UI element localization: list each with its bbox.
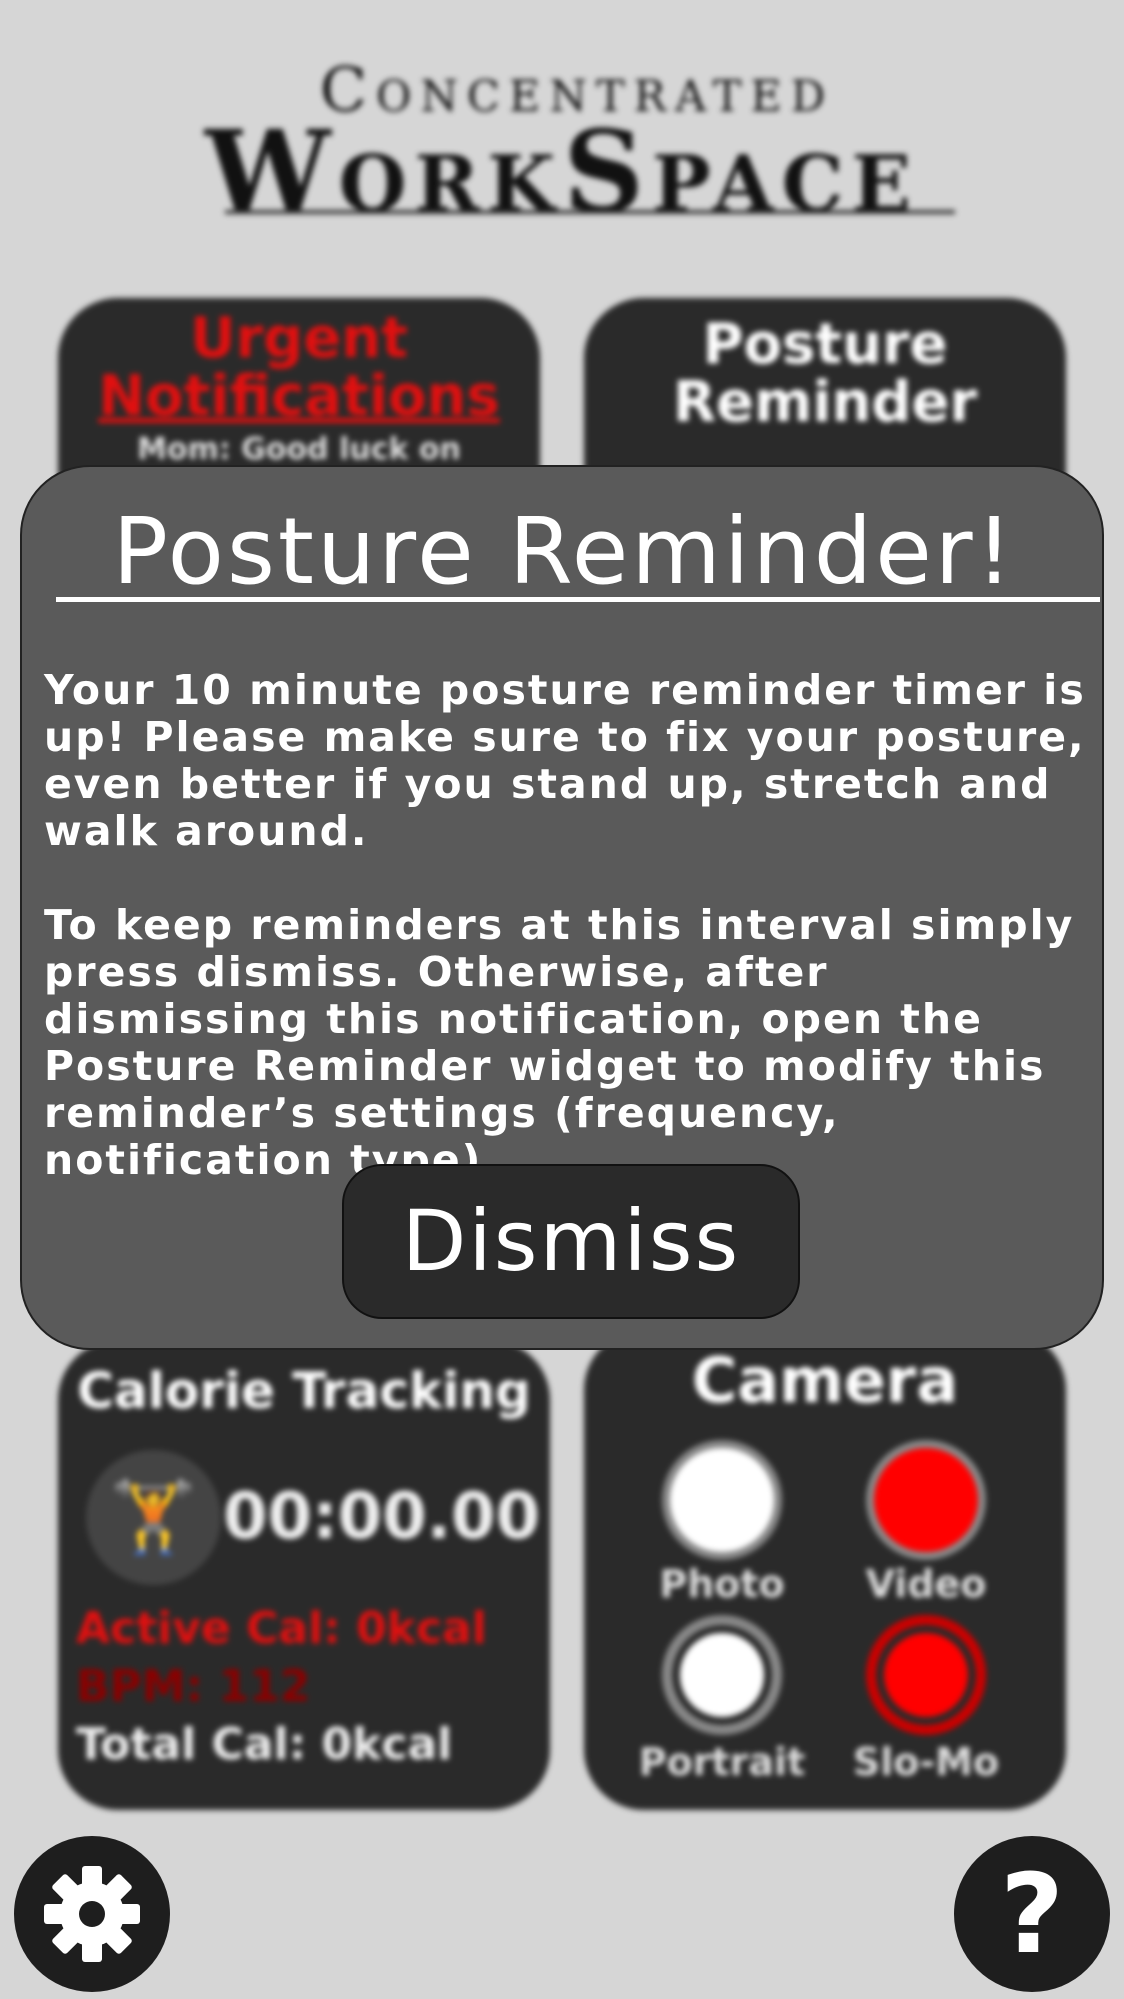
dismiss-button[interactable]: Dismiss [342, 1164, 800, 1319]
settings-button[interactable] [14, 1836, 170, 1992]
help-button[interactable]: ? [954, 1836, 1110, 1992]
total-cal: Total Cal: 0kcal [76, 1719, 453, 1770]
modal-body: Your 10 minute posture reminder timer is… [44, 667, 1094, 1184]
bpm: BPM: 112 [76, 1661, 311, 1712]
urgent-title-line-1: Urgent [190, 306, 408, 371]
urgent-title-line-2: Notifications [98, 364, 500, 429]
slo-mo-label: Slo-Mo [852, 1740, 1000, 1784]
video-label: Video [865, 1562, 987, 1606]
modal-paragraph-1: Your 10 minute posture reminder timer is… [44, 666, 1086, 855]
calorie-stats: Active Cal: 0kcal BPM: 112 Total Cal: 0k… [76, 1600, 487, 1774]
portrait-label: Portrait [638, 1740, 806, 1784]
urgent-title: Urgent Notifications [58, 298, 540, 426]
photo-label: Photo [659, 1562, 785, 1606]
photo-button[interactable] [662, 1440, 782, 1560]
modal-title: Posture Reminder! [112, 498, 1016, 605]
calorie-tracking-tile[interactable]: Calorie Tracking 🏋 00:00.00 Active Cal: … [58, 1340, 550, 1810]
calorie-timer: 00:00.00 [223, 1480, 541, 1554]
camera-tile[interactable]: Camera Photo Video Portrait Slo-Mo [584, 1330, 1066, 1810]
video-button[interactable] [866, 1440, 986, 1560]
modal-title-underline [56, 597, 1100, 602]
weightlifter-icon[interactable]: 🏋 [86, 1450, 221, 1585]
logo-underline [225, 210, 955, 214]
posture-title-line-1: Posture [702, 312, 948, 377]
app-logo: Concentrated WorkSpace [0, 55, 1124, 229]
help-icon: ? [1000, 1850, 1064, 1978]
posture-title: Posture Reminder [584, 298, 1066, 432]
posture-reminder-modal: Posture Reminder! Your 10 minute posture… [20, 465, 1104, 1350]
urgent-message-preview: Mom: Good luck on [137, 432, 461, 467]
portrait-button[interactable] [662, 1615, 782, 1735]
active-cal: Active Cal: 0kcal [76, 1603, 487, 1654]
slo-mo-button[interactable] [866, 1615, 986, 1735]
gear-icon [44, 1866, 140, 1962]
posture-title-line-2: Reminder [672, 370, 978, 435]
calorie-title: Calorie Tracking [77, 1362, 531, 1420]
modal-paragraph-2: To keep reminders at this interval simpl… [44, 901, 1075, 1184]
